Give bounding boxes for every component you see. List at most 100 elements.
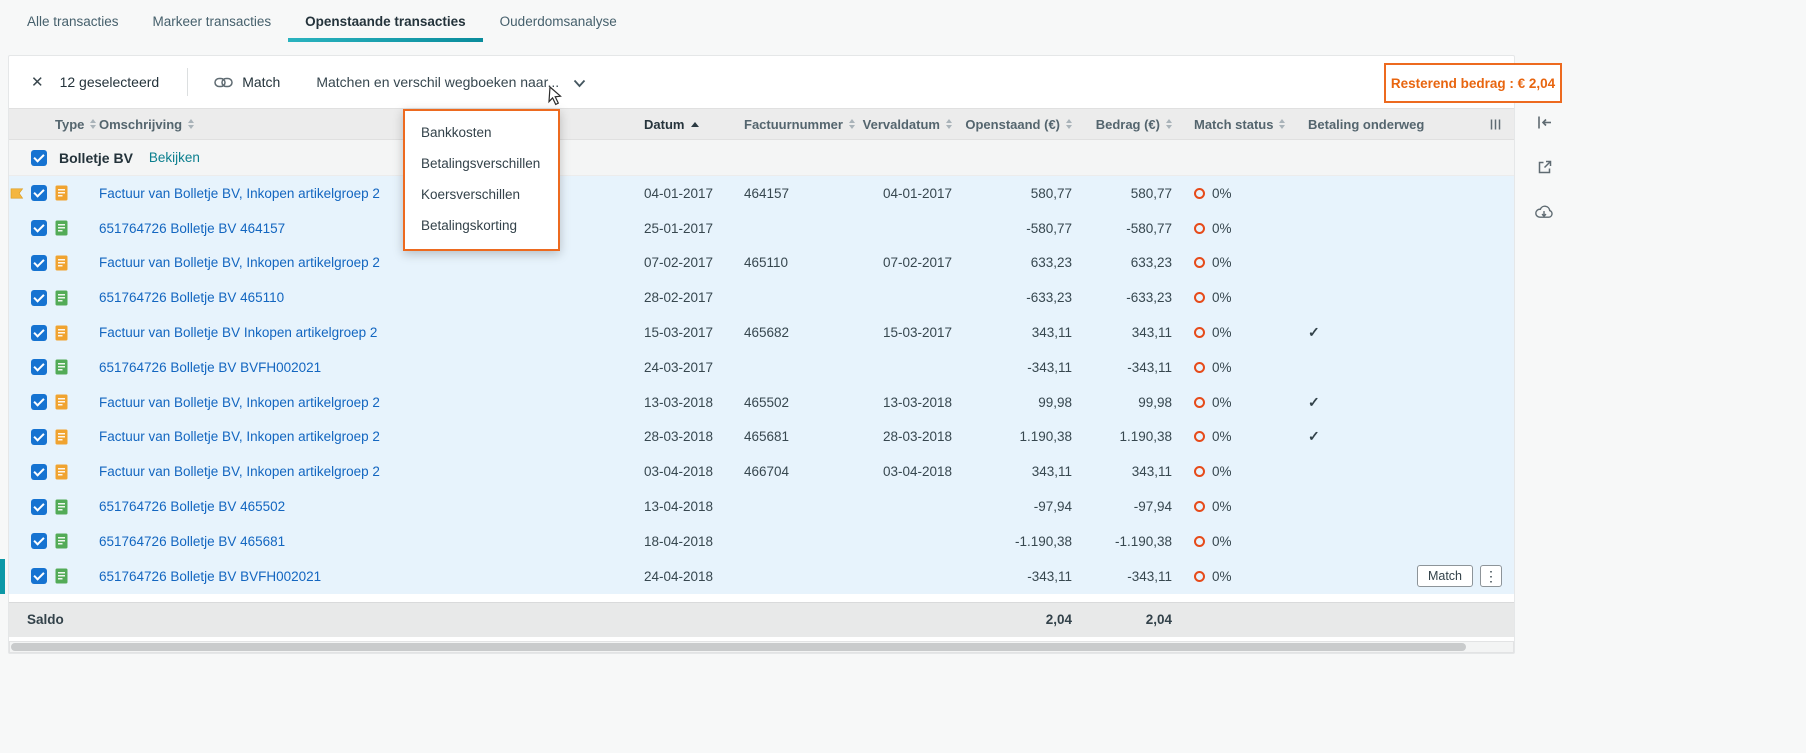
match-status-ring-icon	[1194, 535, 1205, 547]
row-checkbox[interactable]	[31, 568, 47, 585]
row-checkbox[interactable]	[31, 185, 47, 202]
row-match-button[interactable]: Match	[1416, 565, 1473, 588]
match-status-value: 0%	[1212, 255, 1232, 271]
tab-markeer-transacties[interactable]: Markeer transacties	[136, 0, 289, 42]
row-checkbox[interactable]	[31, 394, 47, 411]
row-checkbox[interactable]	[31, 324, 47, 341]
match-status-value: 0%	[1212, 429, 1232, 445]
table-row[interactable]: Factuur van Bolletje BV, Inkopen artikel…	[9, 454, 1514, 490]
table-row[interactable]: 651764726 Bolletje BV 464157 25-01-2017 …	[9, 210, 1514, 246]
transaction-link[interactable]: 651764726 Bolletje BV 465502	[99, 499, 285, 514]
row-checkbox[interactable]	[31, 498, 47, 515]
payment-in-transit-cell: ✓	[1292, 454, 1428, 489]
export-icon[interactable]	[1534, 157, 1555, 178]
transaction-link[interactable]: Factuur van Bolletje BV, Inkopen artikel…	[99, 464, 380, 479]
row-checkbox[interactable]	[31, 289, 47, 306]
due-date-cell	[842, 350, 960, 385]
match-button[interactable]: Match	[214, 74, 280, 90]
column-header-bedrag[interactable]: Bedrag (€)	[1080, 109, 1180, 139]
row-checkbox[interactable]	[31, 220, 47, 237]
group-name: Bolletje BV	[59, 149, 133, 166]
date-cell: 15-03-2017	[644, 325, 714, 341]
transaction-link[interactable]: 651764726 Bolletje BV 465681	[99, 534, 285, 549]
match-status-cell: 0%	[1180, 211, 1292, 246]
group-checkbox[interactable]	[31, 149, 47, 166]
due-date-cell: 15-03-2017	[882, 325, 952, 341]
amount-cell: 633,23	[1130, 255, 1172, 271]
selection-toolbar: ✕ 12 geselecteerd Match Matchen en versc…	[9, 56, 1514, 108]
row-checkbox[interactable]	[31, 428, 47, 445]
table-row[interactable]: 651764726 Bolletje BV BVFH002021 24-04-2…	[0, 558, 1514, 594]
invoice-number-cell	[736, 350, 842, 385]
saldo-outstanding: 2,04	[1045, 612, 1072, 628]
table-row[interactable]: Factuur van Bolletje BV, Inkopen artikel…	[9, 176, 1514, 211]
writeoff-dropdown[interactable]: Matchen en verschil wegboeken naar...	[316, 74, 586, 90]
transaction-link[interactable]: Factuur van Bolletje BV, Inkopen artikel…	[99, 429, 380, 444]
sort-icon	[1166, 119, 1172, 129]
row-checkbox[interactable]	[31, 254, 47, 271]
table-row[interactable]: Factuur van Bolletje BV, Inkopen artikel…	[9, 384, 1514, 420]
table-row[interactable]: 651764726 Bolletje BV 465681 18-04-2018 …	[9, 523, 1514, 559]
tab-openstaande-transacties[interactable]: Openstaande transacties	[288, 0, 483, 42]
tab-label: Ouderdomsanalyse	[499, 13, 617, 29]
payment-in-transit-cell: ✓	[1292, 420, 1428, 455]
horizontal-scrollbar-thumb[interactable]	[11, 642, 1466, 651]
transaction-link[interactable]: Factuur van Bolletje BV, Inkopen artikel…	[99, 255, 380, 270]
column-header-type[interactable]: Type	[53, 109, 97, 139]
column-chooser-icon[interactable]	[1428, 109, 1514, 139]
table-row[interactable]: 651764726 Bolletje BV 465110 28-02-2017 …	[9, 280, 1514, 316]
table-row[interactable]: 651764726 Bolletje BV 465502 13-04-2018 …	[9, 489, 1514, 524]
document-type-icon	[55, 359, 68, 375]
table-body: Factuur van Bolletje BV, Inkopen artikel…	[0, 176, 1514, 594]
amount-cell: -97,94	[1133, 499, 1172, 515]
menu-item-betalingskorting[interactable]: Betalingskorting	[405, 210, 558, 241]
column-header-openstaand[interactable]: Openstaand (€)	[960, 109, 1080, 139]
date-cell: 13-03-2018	[644, 394, 714, 410]
table-row[interactable]: Factuur van Bolletje BV, Inkopen artikel…	[9, 419, 1514, 455]
download-cloud-icon[interactable]	[1532, 202, 1556, 222]
table-row[interactable]: Factuur van Bolletje BV, Inkopen artikel…	[9, 245, 1514, 281]
date-cell: 04-01-2017	[644, 185, 714, 201]
tab-ouderdomsanalyse[interactable]: Ouderdomsanalyse	[483, 0, 634, 42]
menu-item-bankkosten[interactable]: Bankkosten	[405, 117, 558, 148]
amount-cell: -580,77	[1126, 220, 1172, 236]
row-checkbox[interactable]	[31, 463, 47, 480]
row-checkbox[interactable]	[31, 359, 47, 376]
column-header-factuurnummer[interactable]: Factuurnummer	[736, 109, 855, 139]
match-status-value: 0%	[1212, 394, 1232, 410]
row-checkbox[interactable]	[31, 533, 47, 550]
group-row[interactable]: Bolletje BV Bekijken	[9, 140, 1514, 176]
match-status-ring-icon	[1194, 501, 1205, 513]
due-date-cell	[842, 524, 960, 559]
table-row[interactable]: 651764726 Bolletje BV BVFH002021 24-03-2…	[9, 349, 1514, 385]
column-header-match-status[interactable]: Match status	[1180, 109, 1292, 139]
column-header-datum[interactable]: Datum	[636, 109, 736, 139]
transaction-link[interactable]: 651764726 Bolletje BV 464157	[99, 221, 285, 236]
match-status-cell: 0%	[1180, 176, 1292, 211]
document-type-icon	[55, 255, 68, 271]
column-header-betaling-onderweg[interactable]: Betaling onderweg	[1292, 109, 1428, 139]
transaction-link[interactable]: 651764726 Bolletje BV BVFH002021	[99, 360, 321, 375]
document-type-icon	[55, 533, 68, 549]
transaction-link[interactable]: Factuur van Bolletje BV Inkopen artikelg…	[99, 325, 377, 340]
menu-item-koersverschillen[interactable]: Koersverschillen	[405, 179, 558, 210]
chevron-down-icon	[573, 79, 586, 88]
document-type-icon	[55, 220, 68, 236]
column-header-vervaldatum[interactable]: Vervaldatum	[842, 109, 960, 139]
collapse-panel-icon[interactable]	[1534, 112, 1555, 133]
transaction-link[interactable]: Factuur van Bolletje BV, Inkopen artikel…	[99, 395, 380, 410]
transaction-link[interactable]: 651764726 Bolletje BV BVFH002021	[99, 569, 321, 584]
tab-alle-transacties[interactable]: Alle transacties	[10, 0, 136, 42]
amount-cell: -343,11	[1127, 359, 1172, 375]
table-row[interactable]: Factuur van Bolletje BV Inkopen artikelg…	[9, 315, 1514, 350]
tab-bar: Alle transacties Markeer transacties Ope…	[0, 0, 1806, 42]
menu-item-betalingsverschillen[interactable]: Betalingsverschillen	[405, 148, 558, 179]
outstanding-cell: 343,11	[1031, 464, 1072, 480]
horizontal-scrollbar[interactable]	[9, 640, 1514, 653]
transaction-link[interactable]: 651764726 Bolletje BV 465110	[99, 290, 284, 305]
clear-selection-icon[interactable]: ✕	[31, 75, 44, 90]
match-status-cell: 0%	[1180, 385, 1292, 420]
kebab-menu-icon[interactable]: ⋮	[1480, 565, 1502, 588]
transaction-link[interactable]: Factuur van Bolletje BV, Inkopen artikel…	[99, 186, 380, 201]
group-view-link[interactable]: Bekijken	[149, 150, 200, 165]
